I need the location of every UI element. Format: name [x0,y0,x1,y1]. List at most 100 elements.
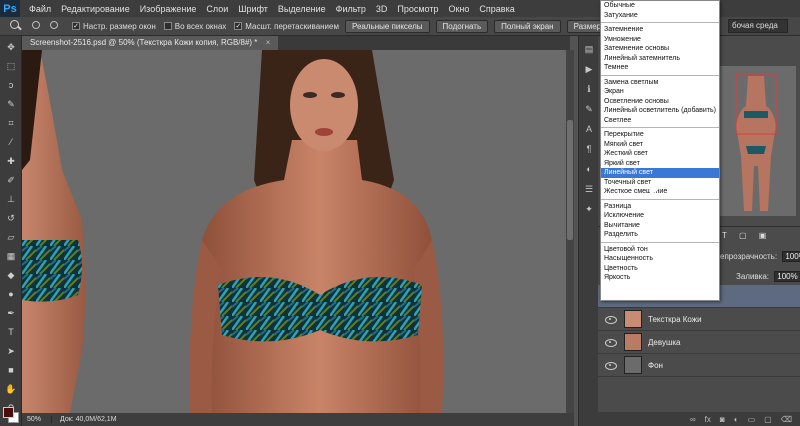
fill-input[interactable]: 100% [774,271,800,282]
blend-mode-option[interactable]: Замена светлым [601,78,719,88]
new-layer-icon[interactable]: ▢ [764,415,772,424]
menu-view[interactable]: Просмотр [392,4,443,14]
trash-icon[interactable]: ⌫ [781,415,792,424]
hand-tool-icon[interactable]: ✋ [3,381,19,397]
blend-mode-option[interactable]: Затемнение основы [601,44,719,54]
menu-image[interactable]: Изображение [135,4,202,14]
blend-mode-option[interactable]: Осветление основы [601,97,719,107]
zoom-tool-icon[interactable] [8,19,24,33]
history-brush-tool-icon[interactable]: ↺ [3,210,19,226]
blend-mode-option[interactable]: Цветность [601,264,719,274]
resize-windows-checkbox[interactable]: ✓ Настр. размер окон [72,22,156,31]
actual-pixels-button[interactable]: Реальные пикселы [344,19,430,33]
blend-mode-option[interactable]: Разделить [601,230,719,240]
menu-3d[interactable]: 3D [371,4,393,14]
document-canvas[interactable] [22,50,570,413]
menu-help[interactable]: Справка [474,4,519,14]
character-icon[interactable]: A [582,122,596,136]
clone-stamp-tool-icon[interactable]: ⊥ [3,191,19,207]
paragraph-icon[interactable]: ¶ [582,142,596,156]
quick-select-tool-icon[interactable]: ✎ [3,96,19,112]
dodge-tool-icon[interactable]: ● [3,286,19,302]
blend-mode-option[interactable]: Насыщенность [601,254,719,264]
marquee-tool-icon[interactable]: ⬚ [3,58,19,74]
scrubby-zoom-checkbox[interactable]: ✓ Масшт. перетаскиванием [234,22,339,31]
blend-mode-option[interactable]: Перекрытие [601,130,719,140]
blend-mode-option[interactable]: Обычные [601,1,719,11]
blend-mode-option[interactable]: Линейный осветлитель (добавить) [601,106,719,116]
brush-presets-icon[interactable]: ✎ [582,102,596,116]
blend-mode-option[interactable]: Вычитание [601,221,719,231]
eraser-tool-icon[interactable]: ▱ [3,229,19,245]
blend-mode-option[interactable]: Затемнение [601,25,719,35]
blend-mode-dropdown[interactable]: Обычные Затухание Затемнение Умножение Затем… [600,0,720,301]
blend-mode-option[interactable]: Жесткое смешение [601,187,719,197]
blend-mode-option[interactable]: Светлее [601,116,719,126]
all-windows-checkbox[interactable]: Во всех окнах [163,22,226,31]
layer-row[interactable]: Девушка [598,331,800,354]
brush-tool-icon[interactable]: ✐ [3,172,19,188]
adjustments-icon[interactable]: ◐ [582,162,596,176]
properties-icon[interactable]: ☰ [582,182,596,196]
close-tab-icon[interactable]: × [266,38,271,47]
folder-icon[interactable]: ▭ [748,415,756,424]
tool-presets-icon[interactable]: ✦ [582,202,596,216]
blend-mode-option[interactable]: Линейный свет [601,168,719,178]
zoom-in-icon[interactable] [30,19,44,33]
type-filter-icon[interactable]: T [722,231,727,240]
zoom-level[interactable]: 50% [22,416,52,423]
menu-layers[interactable]: Слои [201,4,233,14]
path-select-tool-icon[interactable]: ➤ [3,343,19,359]
smart-filter-icon[interactable]: ▣ [759,231,767,240]
menu-type[interactable]: Шрифт [233,4,273,14]
crop-tool-icon[interactable]: ⌗ [3,115,19,131]
foreground-color-swatch[interactable] [3,407,14,418]
type-tool-icon[interactable]: T [3,324,19,340]
eyedropper-tool-icon[interactable]: ⁄ [3,134,19,150]
menu-edit[interactable]: Редактирование [56,4,135,14]
blend-mode-option[interactable]: Яркость [601,273,719,283]
layer-row[interactable]: Фон [598,354,800,377]
link-icon[interactable]: ∞ [690,415,696,424]
shape-filter-icon[interactable]: ▢ [739,231,747,240]
blend-mode-option[interactable]: Темнее [601,63,719,73]
fill-screen-button[interactable]: Полный экран [494,19,561,33]
blend-mode-option[interactable]: Разница [601,202,719,212]
blend-mode-option[interactable]: Умножение [601,35,719,45]
workspace-select[interactable]: бочая среда [728,19,788,33]
visibility-eye-icon[interactable] [604,315,618,324]
menu-select[interactable]: Выделение [273,4,331,14]
mask-icon[interactable]: ◙ [720,415,725,424]
blend-mode-option[interactable]: Мягкий свет [601,140,719,150]
vertical-scrollbar[interactable] [566,50,574,413]
blend-mode-option[interactable]: Жесткий свет [601,149,719,159]
blur-tool-icon[interactable]: ◆ [3,267,19,283]
document-tab[interactable]: Screenshot-2516.psd @ 50% (Тексткра Кожи… [22,36,279,50]
move-tool-icon[interactable]: ✥ [3,39,19,55]
blend-mode-option[interactable]: Исключение [601,211,719,221]
rectangle-tool-icon[interactable]: ■ [3,362,19,378]
menu-file[interactable]: Файл [24,4,56,14]
actions-icon[interactable]: ▶ [582,62,596,76]
pen-tool-icon[interactable]: ✒ [3,305,19,321]
navigator-thumbnail[interactable] [716,66,796,216]
menu-window[interactable]: Окно [443,4,474,14]
blend-mode-option[interactable]: Линейный затемнитель [601,54,719,64]
blend-mode-option[interactable]: Затухание [601,11,719,21]
fit-screen-button[interactable]: Подогнать [435,19,489,33]
blend-mode-option[interactable]: Экран [601,87,719,97]
zoom-out-icon[interactable] [48,19,62,33]
adjustment-icon[interactable]: ◐ [734,415,739,424]
info-icon[interactable]: ℹ [582,82,596,96]
scrollbar-thumb[interactable] [567,120,573,240]
healing-brush-tool-icon[interactable]: ✚ [3,153,19,169]
opacity-input[interactable]: 100% [782,251,800,262]
lasso-tool-icon[interactable]: ↄ [3,77,19,93]
layer-row[interactable]: Тексткра Кожи [598,308,800,331]
blend-mode-option[interactable]: Цветовой тон [601,245,719,255]
visibility-eye-icon[interactable] [604,361,618,370]
visibility-eye-icon[interactable] [604,338,618,347]
gradient-tool-icon[interactable]: ▦ [3,248,19,264]
history-icon[interactable]: ▤ [582,42,596,56]
fx-icon[interactable]: fx [705,415,711,424]
